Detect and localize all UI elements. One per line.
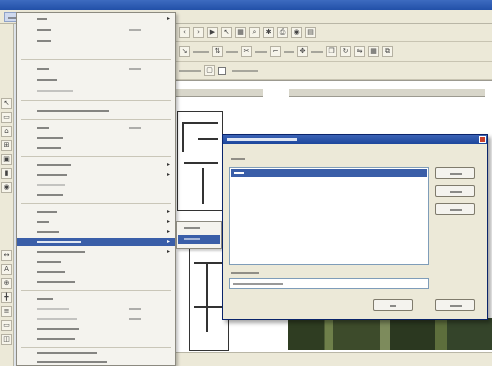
array-icon[interactable]: ▦	[368, 46, 379, 57]
app-title-bar	[0, 0, 492, 10]
design-palette: ↖ ▭ ⌂ ⊞ ▣ ▮ ◉ ↔ A ⊕ ╋ ≡ ▭ ◫	[0, 24, 14, 366]
level-tool-icon[interactable]: ≡	[1, 306, 12, 317]
menu-item	[17, 315, 175, 323]
menu-item[interactable]: ▸	[17, 161, 175, 169]
menu-item[interactable]	[17, 107, 175, 115]
menu-item[interactable]	[17, 268, 175, 276]
menu-item[interactable]: ▸	[17, 218, 175, 226]
menu-item[interactable]	[17, 65, 175, 73]
dialog-button-2[interactable]	[435, 185, 475, 197]
close-icon[interactable]	[479, 136, 486, 143]
menu-item[interactable]: ▸	[17, 248, 175, 256]
section-tool-icon[interactable]: ▭	[1, 320, 12, 331]
move-icon[interactable]: ✥	[297, 46, 308, 57]
view-header	[175, 89, 263, 97]
menu-item[interactable]	[17, 134, 175, 142]
menu-item[interactable]	[17, 76, 175, 84]
lock-icon[interactable]: ▢	[204, 65, 215, 76]
submenu-item-highlighted[interactable]	[178, 235, 220, 244]
menu-item[interactable]	[17, 144, 175, 152]
align-icon[interactable]: ⇅	[212, 46, 223, 57]
offset-icon[interactable]: ⧉	[382, 46, 393, 57]
menu-item[interactable]: ▸	[17, 171, 175, 179]
menu-item	[17, 181, 175, 189]
menu-item[interactable]	[17, 26, 175, 34]
options-bar: ▢	[175, 62, 492, 80]
star-icon[interactable]: ✱	[263, 27, 274, 38]
play-icon[interactable]: ▶	[207, 27, 218, 38]
back-icon[interactable]: ‹	[179, 27, 190, 38]
forward-icon[interactable]: ›	[193, 27, 204, 38]
menu-item[interactable]	[17, 325, 175, 333]
list-item-selected[interactable]	[231, 169, 427, 177]
elevation-icon[interactable]: ↘	[179, 46, 190, 57]
design-toolbar: ↘ ⇅ ✂ ⌐ ✥ ❐ ↻ ⇋ ▦ ⧉	[175, 42, 492, 62]
option-checkbox[interactable]	[218, 66, 226, 75]
dialog	[222, 134, 488, 320]
zoom-icon[interactable]: ⌕	[249, 27, 260, 38]
select-icon[interactable]: ↖	[221, 27, 232, 38]
menu-item[interactable]	[17, 37, 175, 45]
door-tool-icon[interactable]: ⌂	[1, 126, 12, 137]
render-icon[interactable]: ◉	[291, 27, 302, 38]
menu-item[interactable]	[17, 358, 175, 366]
dialog-button-3[interactable]	[435, 203, 475, 215]
column-tool-icon[interactable]: ▮	[1, 168, 12, 179]
menu-item[interactable]	[17, 258, 175, 266]
print-icon[interactable]: ⎙	[277, 27, 288, 38]
list-box[interactable]	[229, 167, 429, 265]
status-bar	[175, 352, 492, 366]
callout-tool-icon[interactable]: ◫	[1, 334, 12, 345]
menu-item[interactable]	[17, 335, 175, 343]
tag-tool-icon[interactable]: ⊕	[1, 278, 12, 289]
split-icon[interactable]: ✂	[241, 46, 252, 57]
rotate-icon[interactable]: ↻	[340, 46, 351, 57]
ok-button[interactable]	[373, 299, 413, 311]
menu-item[interactable]: ▸	[17, 208, 175, 216]
rendered-image-thumbnails	[288, 318, 492, 350]
roof-tool-icon[interactable]: ◉	[1, 182, 12, 193]
menu-item[interactable]	[17, 124, 175, 132]
submenu-item[interactable]	[178, 224, 220, 233]
text-tool-icon[interactable]: A	[1, 264, 12, 275]
standard-toolbar: ‹ › ▶ ↖ ▦ ⌕ ✱ ⎙ ◉ ▤	[175, 24, 492, 42]
menu-item	[17, 87, 175, 95]
cancel-button[interactable]	[435, 299, 475, 311]
document-icon[interactable]: ▤	[305, 27, 316, 38]
menu-item[interactable]	[17, 278, 175, 286]
schedule-header	[289, 89, 485, 97]
grid-tool-icon[interactable]: ╋	[1, 292, 12, 303]
menu-item[interactable]	[17, 295, 175, 303]
select-tool-icon[interactable]: ↖	[1, 98, 12, 109]
window-tool-icon[interactable]: ⊞	[1, 140, 12, 151]
file-name-label	[231, 272, 259, 274]
dimension-tool-icon[interactable]: ↔	[1, 250, 12, 261]
menu-item[interactable]: ▸	[17, 15, 175, 23]
component-tool-icon[interactable]: ▣	[1, 154, 12, 165]
dialog-title-bar	[223, 135, 487, 144]
submenu	[176, 221, 222, 249]
trim-icon[interactable]: ⌐	[270, 46, 281, 57]
menu-item[interactable]	[17, 191, 175, 199]
menu-item[interactable]: ▸	[17, 228, 175, 236]
floor-plan-view[interactable]	[177, 111, 223, 211]
dialog-button-1[interactable]	[435, 167, 475, 179]
menu-item[interactable]	[17, 349, 175, 357]
list-label	[231, 158, 245, 160]
wall-tool-icon[interactable]: ▭	[1, 112, 12, 123]
grid-icon[interactable]: ▦	[235, 27, 246, 38]
mirror-icon[interactable]: ⇋	[354, 46, 365, 57]
menu-item	[17, 305, 175, 313]
menu-item-highlighted[interactable]: ▸	[17, 238, 175, 246]
file-menu: ▸ ▸ ▸ ▸ ▸ ▸ ▸ ▸	[16, 12, 176, 366]
file-name-field[interactable]	[229, 278, 429, 289]
copy-icon[interactable]: ❐	[326, 46, 337, 57]
